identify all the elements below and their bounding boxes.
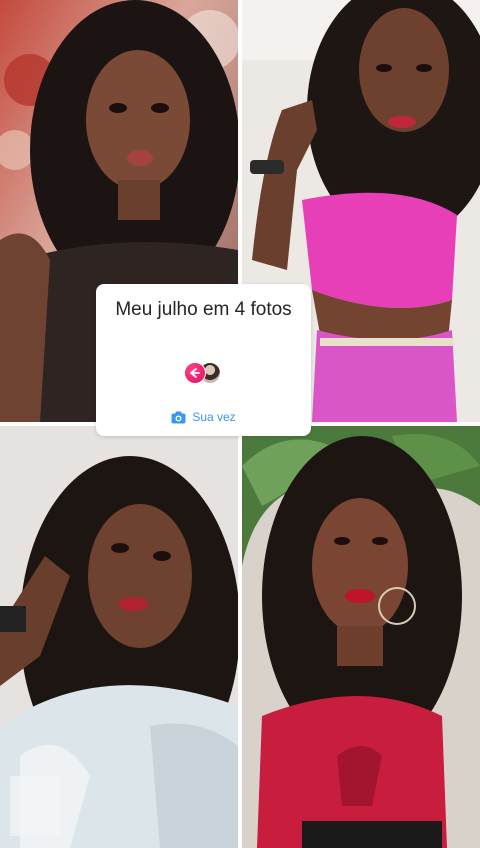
your-turn-label: Sua vez [192,410,236,424]
camera-icon [171,411,186,424]
sticker-title: Meu julho em 4 fotos [115,299,292,320]
reply-arrow-glyph [190,368,200,378]
photo-bottom-right [242,426,480,848]
add-yours-sticker[interactable]: Meu julho em 4 fotos Sua vez [96,284,311,436]
reply-arrow-icon [184,362,206,384]
your-turn-button[interactable]: Sua vez [96,408,311,426]
photo-bottom-left [0,426,238,848]
participant-avatars [184,362,224,384]
